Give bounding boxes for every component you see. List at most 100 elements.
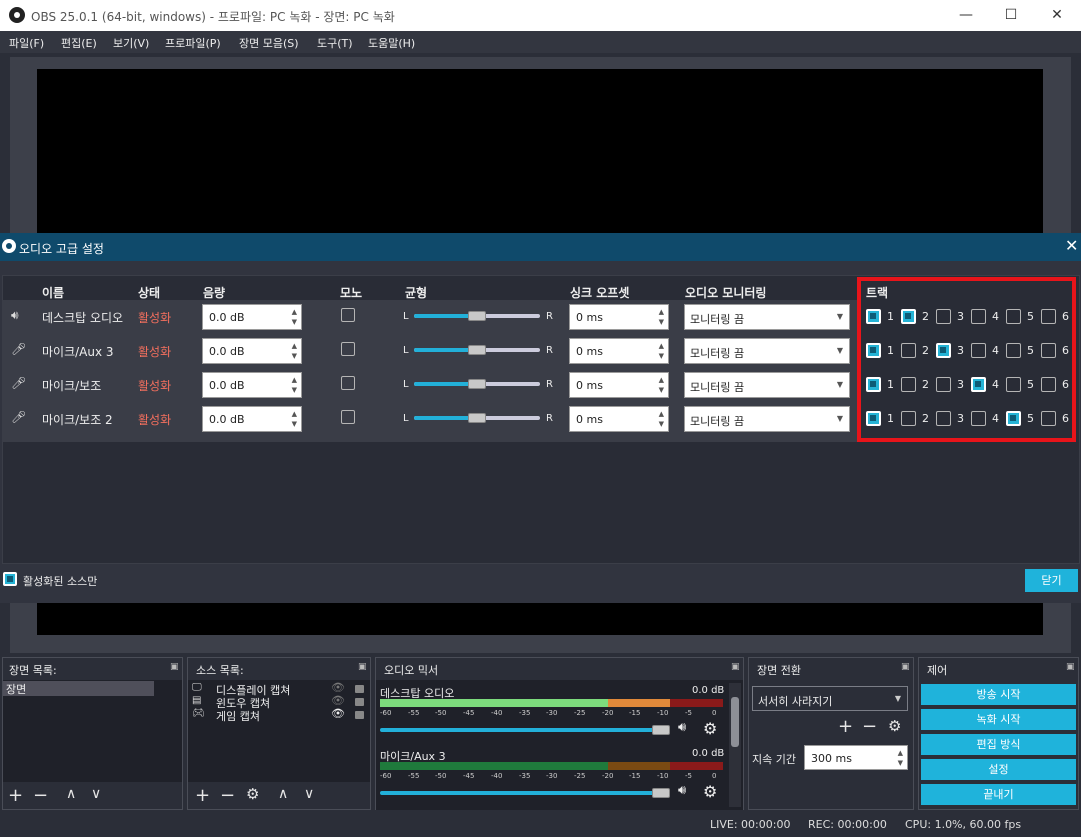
menu-edit[interactable]: 편집(E) bbox=[61, 35, 97, 51]
eye-icon[interactable]: 👁︎ bbox=[331, 707, 345, 720]
spin-down-icon[interactable]: ▼ bbox=[898, 759, 903, 767]
spin-down-icon[interactable]: ▼ bbox=[659, 386, 664, 394]
sync-offset-spinbox[interactable]: 0 ms ▲ ▼ bbox=[569, 406, 669, 432]
active-only-checkbox[interactable] bbox=[3, 572, 17, 586]
source-item-label[interactable]: 게임 캡쳐 bbox=[216, 708, 260, 724]
spin-up-icon[interactable]: ▲ bbox=[659, 376, 664, 384]
float-icon[interactable]: ▣ bbox=[170, 662, 179, 672]
dialog-close-icon[interactable]: ✕ bbox=[1065, 236, 1078, 255]
spin-up-icon[interactable]: ▲ bbox=[292, 308, 297, 316]
menu-scene-collection[interactable]: 장면 모음(S) bbox=[239, 35, 299, 51]
menu-help[interactable]: 도움말(H) bbox=[368, 35, 415, 51]
move-down-icon[interactable]: ∨ bbox=[304, 786, 314, 802]
balance-slider[interactable] bbox=[414, 379, 540, 394]
spin-up-icon[interactable]: ▲ bbox=[898, 749, 903, 757]
move-up-icon[interactable]: ∧ bbox=[66, 786, 76, 802]
volume-spinbox[interactable]: 0.0 dB ▲ ▼ bbox=[202, 304, 302, 330]
minimize-button[interactable]: — bbox=[943, 0, 989, 31]
gear-icon[interactable]: ⚙ bbox=[888, 717, 901, 735]
sync-offset-spinbox[interactable]: 0 ms ▲ ▼ bbox=[569, 372, 669, 398]
studio-mode-button[interactable]: 편집 방식 bbox=[921, 734, 1076, 755]
lock-icon[interactable] bbox=[355, 685, 364, 693]
meter-scale-label: 0 bbox=[712, 772, 717, 780]
sync-offset-spinbox[interactable]: 0 ms ▲ ▼ bbox=[569, 304, 669, 330]
mono-checkbox[interactable] bbox=[341, 342, 355, 356]
duration-spinbox[interactable]: 300 ms ▲ ▼ bbox=[804, 745, 908, 770]
float-icon[interactable]: ▣ bbox=[358, 662, 367, 672]
remove-icon[interactable]: − bbox=[220, 785, 235, 806]
balance-slider[interactable] bbox=[414, 311, 540, 326]
slider-handle[interactable] bbox=[468, 379, 486, 389]
close-button[interactable]: 닫기 bbox=[1025, 569, 1078, 592]
add-icon[interactable]: + bbox=[838, 716, 853, 737]
gear-icon[interactable]: ⚙ bbox=[246, 785, 259, 803]
transition-select[interactable]: 서서히 사라지기 ▼ bbox=[752, 686, 908, 711]
spin-down-icon[interactable]: ▼ bbox=[659, 352, 664, 360]
remove-icon[interactable]: − bbox=[862, 716, 877, 737]
gear-icon[interactable]: ⚙ bbox=[703, 719, 717, 738]
fader-handle[interactable] bbox=[652, 788, 670, 798]
gear-icon[interactable]: ⚙ bbox=[703, 782, 717, 801]
spin-down-icon[interactable]: ▼ bbox=[659, 318, 664, 326]
scene-item[interactable]: 장면 bbox=[3, 681, 154, 696]
spin-up-icon[interactable]: ▲ bbox=[292, 376, 297, 384]
volume-fader[interactable] bbox=[380, 788, 670, 798]
active-only-label: 활성화된 소스만 bbox=[23, 575, 98, 588]
eye-hidden-icon[interactable]: 👁︎ bbox=[331, 694, 345, 707]
spin-up-icon[interactable]: ▲ bbox=[292, 342, 297, 350]
lock-icon[interactable] bbox=[355, 698, 364, 706]
slider-handle[interactable] bbox=[468, 413, 486, 423]
close-window-button[interactable]: ✕ bbox=[1034, 0, 1080, 31]
volume-spinbox[interactable]: 0.0 dB ▲ ▼ bbox=[202, 338, 302, 364]
monitoring-select[interactable]: 모니터링 끔 ▼ bbox=[684, 304, 850, 330]
speaker-icon[interactable]: 🔊︎ bbox=[678, 783, 686, 798]
add-icon[interactable]: + bbox=[195, 785, 210, 806]
exit-button[interactable]: 끝내기 bbox=[921, 784, 1076, 805]
maximize-button[interactable]: ☐ bbox=[988, 0, 1034, 31]
slider-handle[interactable] bbox=[468, 311, 486, 321]
float-icon[interactable]: ▣ bbox=[1066, 662, 1075, 672]
monitoring-select[interactable]: 모니터링 끔 ▼ bbox=[684, 406, 850, 432]
menu-view[interactable]: 보기(V) bbox=[113, 35, 149, 51]
volume-spinbox[interactable]: 0.0 dB ▲ ▼ bbox=[202, 406, 302, 432]
spin-down-icon[interactable]: ▼ bbox=[659, 420, 664, 428]
balance-slider[interactable] bbox=[414, 413, 540, 428]
preview-canvas-bottom[interactable] bbox=[37, 603, 1043, 635]
settings-button[interactable]: 설정 bbox=[921, 759, 1076, 780]
spin-up-icon[interactable]: ▲ bbox=[292, 410, 297, 418]
menu-tools[interactable]: 도구(T) bbox=[317, 35, 353, 51]
volume-spinbox[interactable]: 0.0 dB ▲ ▼ bbox=[202, 372, 302, 398]
move-down-icon[interactable]: ∨ bbox=[91, 786, 101, 802]
spin-down-icon[interactable]: ▼ bbox=[292, 420, 297, 428]
move-up-icon[interactable]: ∧ bbox=[278, 786, 288, 802]
balance-slider[interactable] bbox=[414, 345, 540, 360]
mono-checkbox[interactable] bbox=[341, 308, 355, 322]
start-recording-button[interactable]: 녹화 시작 bbox=[921, 709, 1076, 730]
slider-handle[interactable] bbox=[468, 345, 486, 355]
mixer-scrollbar-thumb[interactable] bbox=[731, 697, 739, 747]
spin-down-icon[interactable]: ▼ bbox=[292, 318, 297, 326]
mono-checkbox[interactable] bbox=[341, 376, 355, 390]
add-icon[interactable]: + bbox=[8, 785, 23, 806]
float-icon[interactable]: ▣ bbox=[731, 662, 740, 672]
start-streaming-button[interactable]: 방송 시작 bbox=[921, 684, 1076, 705]
lock-icon[interactable] bbox=[355, 711, 364, 719]
sync-offset-spinbox[interactable]: 0 ms ▲ ▼ bbox=[569, 338, 669, 364]
menu-profile[interactable]: 프로파일(P) bbox=[165, 35, 221, 51]
spin-down-icon[interactable]: ▼ bbox=[292, 352, 297, 360]
speaker-icon[interactable]: 🔊︎ bbox=[678, 720, 686, 735]
spin-up-icon[interactable]: ▲ bbox=[659, 342, 664, 350]
volume-fader[interactable] bbox=[380, 725, 670, 735]
float-icon[interactable]: ▣ bbox=[901, 662, 910, 672]
spin-up-icon[interactable]: ▲ bbox=[659, 308, 664, 316]
menu-file[interactable]: 파일(F) bbox=[9, 35, 44, 51]
monitoring-select[interactable]: 모니터링 끔 ▼ bbox=[684, 338, 850, 364]
mono-checkbox[interactable] bbox=[341, 410, 355, 424]
remove-icon[interactable]: − bbox=[33, 785, 48, 806]
fader-handle[interactable] bbox=[652, 725, 670, 735]
spin-down-icon[interactable]: ▼ bbox=[292, 386, 297, 394]
preview-canvas[interactable] bbox=[37, 69, 1043, 233]
spin-up-icon[interactable]: ▲ bbox=[659, 410, 664, 418]
monitoring-select[interactable]: 모니터링 끔 ▼ bbox=[684, 372, 850, 398]
eye-hidden-icon[interactable]: 👁︎ bbox=[331, 681, 345, 694]
